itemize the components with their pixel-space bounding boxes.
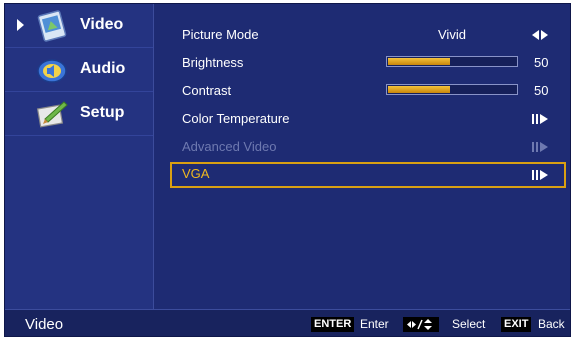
row-label: Picture Mode (182, 27, 259, 42)
row-label: Contrast (182, 83, 232, 98)
current-menu-title: Video (25, 316, 64, 333)
enter-hint-label: Enter (360, 317, 389, 331)
active-pointer-icon (17, 19, 24, 31)
brightness-row[interactable]: Brightness 50 (170, 51, 566, 75)
enter-submenu-icon (532, 142, 548, 152)
picture-mode-row[interactable]: Picture Mode Vivid (170, 23, 566, 47)
video-icon (37, 10, 67, 42)
vga-row[interactable]: VGA (170, 162, 566, 188)
category-sidebar: Video Audio Setup (5, 4, 154, 309)
row-label: Brightness (182, 55, 244, 70)
navigation-arrows-icon (407, 319, 432, 330)
sidebar-item-label: Setup (80, 104, 125, 121)
select-hint-label: Select (452, 317, 486, 331)
exit-key-badge: EXIT (501, 317, 532, 332)
brightness-slider-fill (388, 58, 450, 65)
exit-hint-label: Back (538, 317, 565, 331)
sidebar-item-label: Audio (80, 60, 126, 77)
enter-submenu-icon[interactable] (531, 169, 549, 181)
enter-submenu-icon[interactable] (531, 113, 549, 125)
enter-key-badge: ENTER (311, 317, 355, 332)
osd-menu-window: Video Audio Setup Picture Mode Vivid Bri… (4, 3, 571, 337)
sidebar-item-audio[interactable]: Audio (5, 48, 153, 92)
contrast-slider-fill (388, 86, 450, 93)
settings-panel: Picture Mode Vivid Brightness 50 Contras… (154, 4, 570, 309)
contrast-value: 50 (534, 83, 549, 98)
row-label: VGA (182, 166, 210, 181)
brightness-value: 50 (534, 55, 549, 70)
brightness-slider[interactable] (386, 56, 518, 67)
row-label: Advanced Video (182, 139, 277, 154)
contrast-slider[interactable] (386, 84, 518, 95)
picture-mode-value: Vivid (438, 27, 466, 42)
sidebar-item-label: Video (80, 16, 124, 33)
audio-icon (37, 59, 67, 83)
sidebar-item-setup[interactable]: Setup (5, 92, 153, 136)
color-temperature-row[interactable]: Color Temperature (170, 107, 566, 131)
row-label: Color Temperature (182, 111, 290, 126)
contrast-row[interactable]: Contrast 50 (170, 79, 566, 103)
setup-icon (36, 101, 68, 128)
advanced-video-row: Advanced Video (170, 135, 566, 159)
navigation-arrows-key-badge (403, 317, 439, 332)
left-right-arrows-icon[interactable] (531, 29, 549, 41)
sidebar-item-video[interactable]: Video (5, 4, 153, 48)
status-footer: Video ENTER Enter Select EXIT Back (5, 309, 570, 336)
